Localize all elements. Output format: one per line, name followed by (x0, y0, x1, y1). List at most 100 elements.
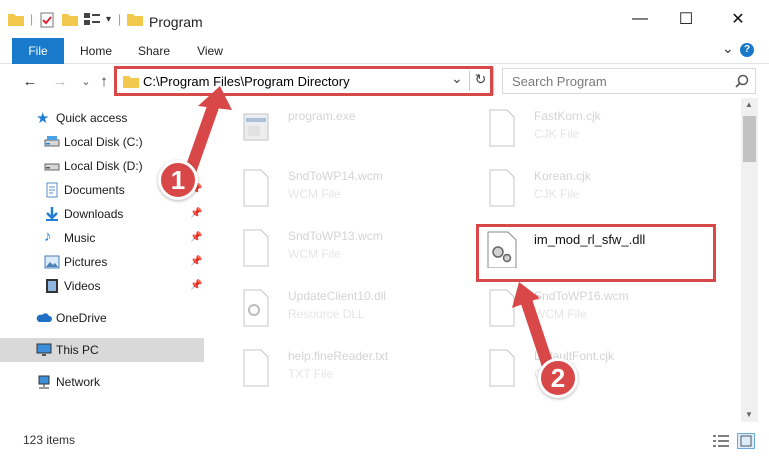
status-bar: 123 items (0, 426, 769, 456)
file-item[interactable]: help.fineReader.txt TXT File (224, 342, 454, 400)
sidebar-item-label: Documents (64, 183, 125, 197)
sidebar-item-videos[interactable]: Videos 📌 (0, 274, 204, 298)
pin-icon[interactable]: 📌 (190, 256, 202, 268)
tab-file[interactable]: File (12, 38, 64, 64)
sidebar-item-music[interactable]: ♪ Music 📌 (0, 226, 204, 250)
new-folder-icon[interactable] (62, 12, 78, 29)
file-name: SndToWP16.wcm (534, 289, 629, 303)
file-type: Resource DLL (288, 307, 365, 321)
scroll-down-icon[interactable]: ▼ (745, 410, 753, 419)
file-type: WCM File (288, 247, 341, 261)
file-item[interactable]: UpdateClient10.dll Resource DLL (224, 282, 454, 340)
close-button[interactable]: ✕ (715, 0, 761, 38)
navigation-pane: ★ Quick access Local Disk (C:) Local Dis… (0, 98, 214, 422)
search-placeholder: Search Program (512, 74, 607, 89)
sidebar-item-local-disk-c[interactable]: Local Disk (C:) (0, 130, 204, 154)
tab-view[interactable]: View (186, 38, 234, 64)
file-item[interactable]: program.exe (224, 102, 454, 160)
title-bar: | ▾ | Program — ☐ ✕ (0, 0, 769, 38)
vertical-scrollbar[interactable]: ▲ ▼ (741, 98, 758, 422)
file-item[interactable]: SndToWP14.wcm WCM File (224, 162, 454, 220)
file-type: TXT File (288, 367, 334, 381)
sidebar-item-label: OneDrive (56, 311, 107, 325)
sidebar-item-network[interactable]: Network (0, 370, 204, 394)
file-icon (486, 108, 518, 148)
sidebar-item-label: Downloads (64, 207, 124, 221)
sidebar-item-label: Videos (64, 279, 101, 293)
tab-home[interactable]: Home (68, 38, 124, 64)
network-icon (36, 374, 52, 390)
music-icon: ♪ (44, 228, 52, 245)
sidebar-item-downloads[interactable]: Downloads 📌 (0, 202, 204, 226)
file-type: CJK File (534, 127, 580, 141)
sidebar-item-label: Local Disk (D:) (64, 159, 143, 173)
forward-button[interactable]: → (50, 71, 70, 91)
help-icon[interactable]: ? (740, 43, 754, 57)
file-item[interactable]: SndToWP13.wcm WCM File (224, 222, 454, 280)
pin-icon[interactable]: 📌 (190, 280, 202, 292)
large-icons-view-icon[interactable] (737, 433, 755, 449)
file-name: SndToWP14.wcm (288, 169, 383, 183)
step-1-badge: 1 (158, 160, 198, 200)
sidebar-item-quick-access[interactable]: ★ Quick access (0, 106, 204, 130)
file-name: SndToWP13.wcm (288, 229, 383, 243)
pin-icon[interactable]: 📌 (190, 208, 202, 220)
file-name: UpdateClient10.dll (288, 289, 387, 303)
sidebar-item-this-pc[interactable]: This PC (0, 338, 204, 362)
computer-icon (36, 342, 52, 358)
drive-icon (44, 158, 60, 174)
window-title: Program (149, 14, 203, 30)
tab-share[interactable]: Share (128, 38, 180, 64)
exe-file-icon (240, 108, 272, 148)
properties-icon[interactable] (40, 12, 54, 31)
recent-locations-button[interactable]: ⌄ (76, 71, 96, 91)
folder-icon (8, 12, 24, 29)
pictures-icon (44, 254, 60, 270)
star-icon: ★ (36, 110, 50, 127)
ribbon-tabs: File Home Share View ⌄ ? (0, 38, 769, 64)
file-item[interactable]: FastKorn.cjk CJK File (470, 102, 700, 160)
item-count: 123 items (23, 433, 76, 447)
search-input[interactable]: Search Program (502, 68, 756, 94)
expand-ribbon-icon[interactable]: ⌄ (722, 40, 734, 57)
dll-file-highlight (476, 224, 716, 282)
file-icon (486, 348, 518, 388)
file-icon (240, 228, 272, 268)
file-item[interactable]: SndToWP16.wcm WCM File (470, 282, 700, 340)
sidebar-item-pictures[interactable]: Pictures 📌 (0, 250, 204, 274)
file-item[interactable]: Korean.cjk CJK File (470, 162, 700, 220)
up-button[interactable]: ↑ (94, 71, 114, 91)
separator-icon: | (30, 12, 34, 26)
back-button[interactable]: ← (20, 71, 40, 91)
file-name: program.exe (288, 109, 356, 123)
scrollbar-thumb[interactable] (743, 116, 756, 162)
file-icon (486, 288, 518, 328)
customize-toolbar-icon[interactable] (84, 12, 100, 29)
chevron-down-icon[interactable]: ▾ (106, 14, 111, 25)
sidebar-item-label: This PC (56, 343, 99, 357)
cloud-icon (36, 310, 52, 326)
maximize-button[interactable]: ☐ (663, 0, 709, 38)
sidebar-item-label: Music (64, 231, 96, 245)
pin-icon[interactable]: 📌 (190, 232, 202, 244)
documents-icon (44, 182, 60, 198)
file-icon (240, 168, 272, 208)
file-name: FastKorn.cjk (534, 109, 601, 123)
sidebar-item-onedrive[interactable]: OneDrive (0, 306, 204, 330)
file-item[interactable]: DefaultFont.cjk CJK File (470, 342, 700, 400)
drive-icon (44, 134, 60, 150)
scroll-up-icon[interactable]: ▲ (745, 100, 753, 109)
search-icon (735, 74, 749, 91)
file-icon (486, 168, 518, 208)
file-name: help.fineReader.txt (288, 349, 389, 363)
file-icon (240, 348, 272, 388)
sidebar-item-label: Local Disk (C:) (64, 135, 143, 149)
sidebar-item-label: Quick access (56, 111, 128, 125)
address-bar-highlight (114, 66, 493, 96)
details-view-icon[interactable] (713, 435, 729, 450)
file-type: CJK File (534, 187, 580, 201)
file-type: WCM File (534, 307, 587, 321)
step-2-badge: 2 (538, 358, 578, 398)
minimize-button[interactable]: — (617, 0, 663, 38)
videos-icon (44, 278, 60, 294)
